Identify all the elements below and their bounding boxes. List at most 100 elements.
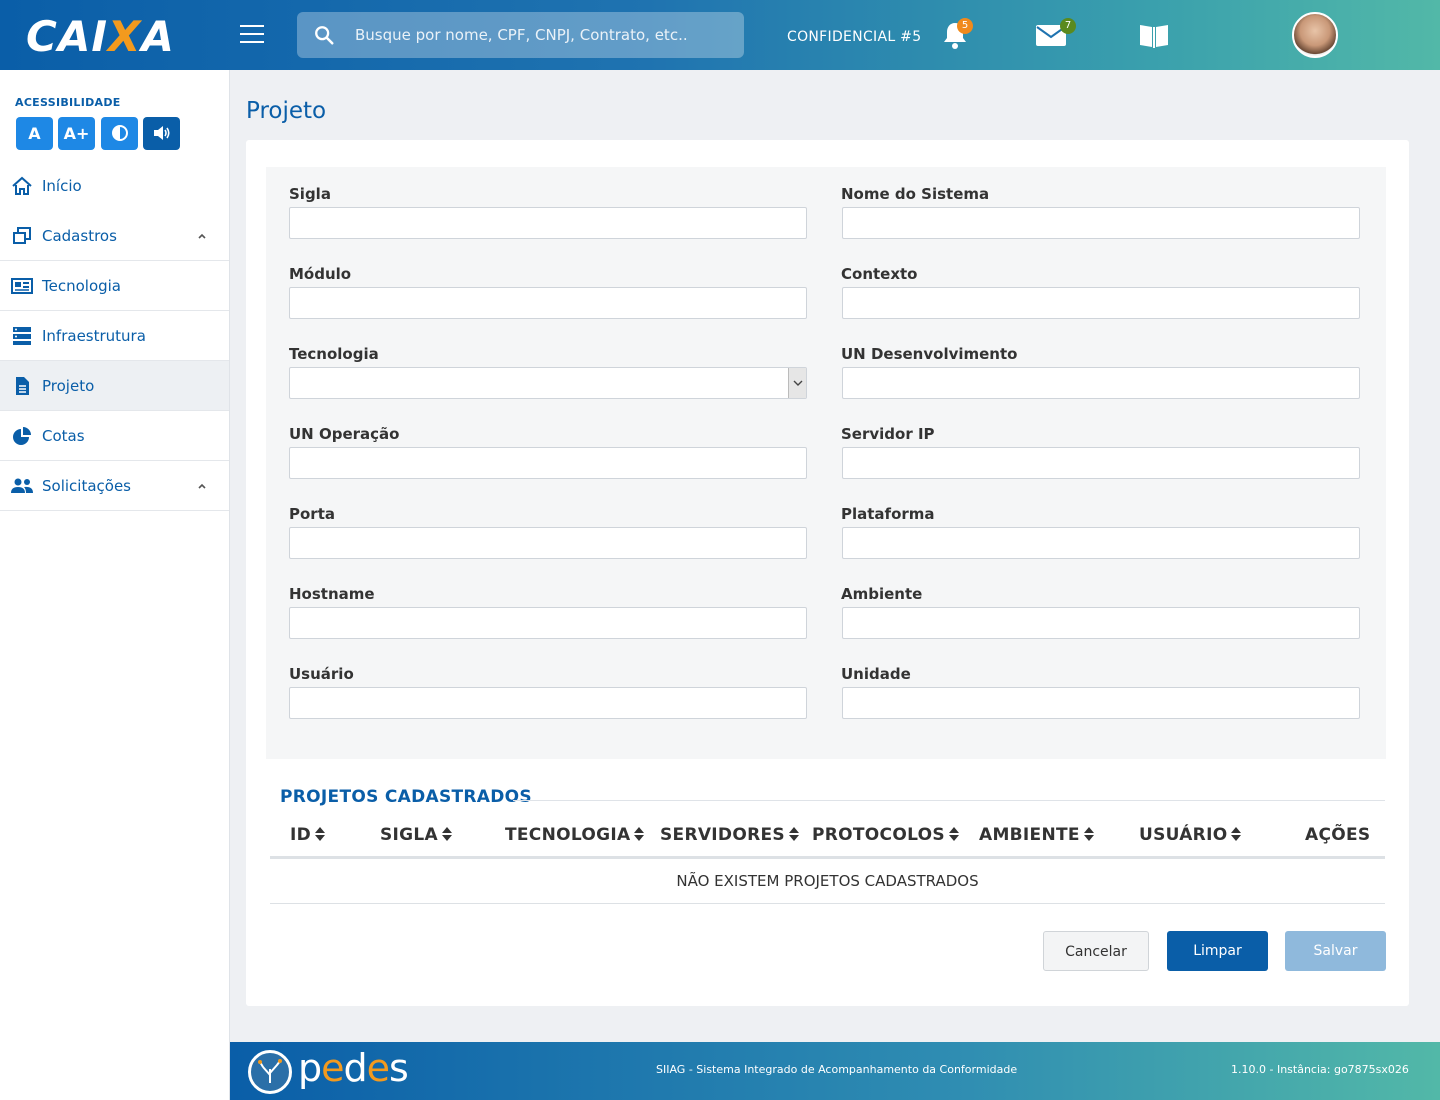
font-increase-button[interactable]: A+	[58, 117, 95, 150]
column-header-sigla[interactable]: SIGLA	[380, 825, 453, 845]
home-icon	[12, 176, 32, 195]
projects-section-title: PROJETOS CADASTRADOS	[280, 787, 532, 807]
column-header-protocolos[interactable]: PROTOCOLOS	[812, 825, 959, 845]
project-form: Sigla Nome do Sistema Módulo Contexto Te…	[266, 167, 1386, 759]
messages-badge: 7	[1060, 18, 1076, 34]
unidade-label: Unidade	[841, 665, 911, 683]
hamburger-line	[240, 25, 264, 27]
column-header-label: SIGLA	[380, 825, 439, 845]
column-header-acoes: AÇÕES	[1305, 825, 1370, 845]
page-title: Projeto	[246, 98, 327, 124]
clear-button[interactable]: Limpar	[1167, 931, 1268, 971]
messages-button[interactable]: 7	[1035, 18, 1076, 48]
id-card-icon	[11, 278, 33, 294]
sort-icon	[634, 827, 645, 841]
chevron-up-icon	[198, 483, 206, 489]
user-avatar[interactable]	[1292, 12, 1338, 58]
cancel-button[interactable]: Cancelar	[1043, 931, 1149, 971]
brand-part: p	[298, 1046, 322, 1090]
save-button[interactable]: Salvar	[1285, 931, 1386, 971]
servidor-ip-field[interactable]	[842, 447, 1360, 479]
nome-sistema-field[interactable]	[842, 207, 1360, 239]
tecnologia-select[interactable]	[289, 367, 807, 399]
book-icon	[1140, 25, 1168, 48]
un-operacao-label: UN Operação	[289, 425, 400, 443]
sidebar-item-tecnologia[interactable]: Tecnologia	[0, 261, 229, 311]
hamburger-line	[240, 33, 264, 35]
document-icon	[16, 377, 29, 395]
servidor-ip-label: Servidor IP	[841, 425, 935, 443]
plataforma-label: Plataforma	[841, 505, 935, 523]
search-icon[interactable]	[313, 24, 335, 46]
windows-icon	[13, 227, 31, 244]
sort-icon	[1231, 827, 1242, 841]
manual-button[interactable]	[1138, 21, 1170, 49]
footer: pedes SIIAG - Sistema Integrado de Acomp…	[230, 1042, 1440, 1100]
server-icon	[13, 327, 31, 345]
un-operacao-field[interactable]	[289, 447, 807, 479]
table-header-divider	[270, 856, 1385, 859]
caixa-logo[interactable]: CAIXA	[26, 12, 175, 61]
usuario-field[interactable]	[289, 687, 807, 719]
font-normal-button[interactable]: A	[16, 117, 53, 150]
un-desenvolvimento-label: UN Desenvolvimento	[841, 345, 1018, 363]
sidebar-item-inicio[interactable]: Início	[0, 161, 229, 211]
sigla-label: Sigla	[289, 185, 331, 203]
sidebar-item-label: Infraestrutura	[42, 327, 146, 345]
contrast-button[interactable]	[101, 117, 138, 150]
audio-button[interactable]	[143, 117, 180, 150]
column-header-id[interactable]: ID	[290, 825, 326, 845]
column-header-label: ID	[290, 825, 312, 845]
column-header-label: TECNOLOGIA	[505, 825, 631, 845]
column-header-servidores[interactable]: SERVIDORES	[660, 825, 799, 845]
hostname-field[interactable]	[289, 607, 807, 639]
dropdown-toggle[interactable]	[788, 368, 806, 398]
pie-chart-icon	[13, 427, 31, 445]
sidebar-item-cadastros[interactable]: Cadastros	[0, 211, 229, 261]
top-header: CAIXA CONFIDENCIAL #5 5 7	[0, 0, 1440, 70]
search-input[interactable]	[355, 22, 725, 48]
modulo-field[interactable]	[289, 287, 807, 319]
contrast-icon	[111, 125, 128, 141]
sidebar-item-label: Cotas	[42, 427, 85, 445]
notifications-badge: 5	[957, 18, 973, 34]
column-header-tecnologia[interactable]: TECNOLOGIA	[505, 825, 645, 845]
sort-icon	[442, 827, 453, 841]
menu-toggle-button[interactable]	[240, 25, 264, 45]
sidebar-menu: Início Cadastros Tecnologia Infraestrutu…	[0, 161, 229, 511]
sidebar-item-infraestrutura[interactable]: Infraestrutura	[0, 311, 229, 361]
chevron-up-icon	[198, 233, 206, 239]
logo-text-x: X	[107, 12, 142, 61]
pedes-logo: pedes	[298, 1046, 409, 1090]
contexto-field[interactable]	[842, 287, 1360, 319]
empty-table-message: NÃO EXISTEM PROJETOS CADASTRADOS	[676, 872, 979, 890]
brand-part: e	[321, 1046, 344, 1090]
sidebar-item-solicitacoes[interactable]: Solicitações	[0, 461, 229, 511]
accessibility-title: ACESSIBILIDADE	[15, 96, 121, 109]
notifications-button[interactable]: 5	[940, 18, 973, 50]
logo-text-b: A	[141, 12, 175, 61]
version-info: 1.10.0 - Instância: go7875sx026	[1231, 1063, 1409, 1076]
column-header-label: AMBIENTE	[979, 825, 1080, 845]
sidebar-item-projeto[interactable]: Projeto	[0, 361, 229, 411]
nome-sistema-label: Nome do Sistema	[841, 185, 990, 203]
users-icon	[11, 478, 33, 493]
sidebar-item-cotas[interactable]: Cotas	[0, 411, 229, 461]
plataforma-field[interactable]	[842, 527, 1360, 559]
porta-field[interactable]	[289, 527, 807, 559]
ambiente-field[interactable]	[842, 607, 1360, 639]
column-header-usuario[interactable]: USUÁRIO	[1139, 825, 1242, 845]
logo-text-a: CAI	[26, 12, 108, 61]
contexto-label: Contexto	[841, 265, 918, 283]
sigla-field[interactable]	[289, 207, 807, 239]
usuario-label: Usuário	[289, 665, 354, 683]
hostname-label: Hostname	[289, 585, 375, 603]
un-desenvolvimento-field[interactable]	[842, 367, 1360, 399]
sidebar-item-label: Tecnologia	[42, 277, 121, 295]
ambiente-label: Ambiente	[841, 585, 923, 603]
global-search	[297, 12, 744, 58]
unidade-field[interactable]	[842, 687, 1360, 719]
column-header-ambiente[interactable]: AMBIENTE	[979, 825, 1094, 845]
column-header-label: PROTOCOLOS	[812, 825, 945, 845]
tecnologia-label: Tecnologia	[289, 345, 379, 363]
